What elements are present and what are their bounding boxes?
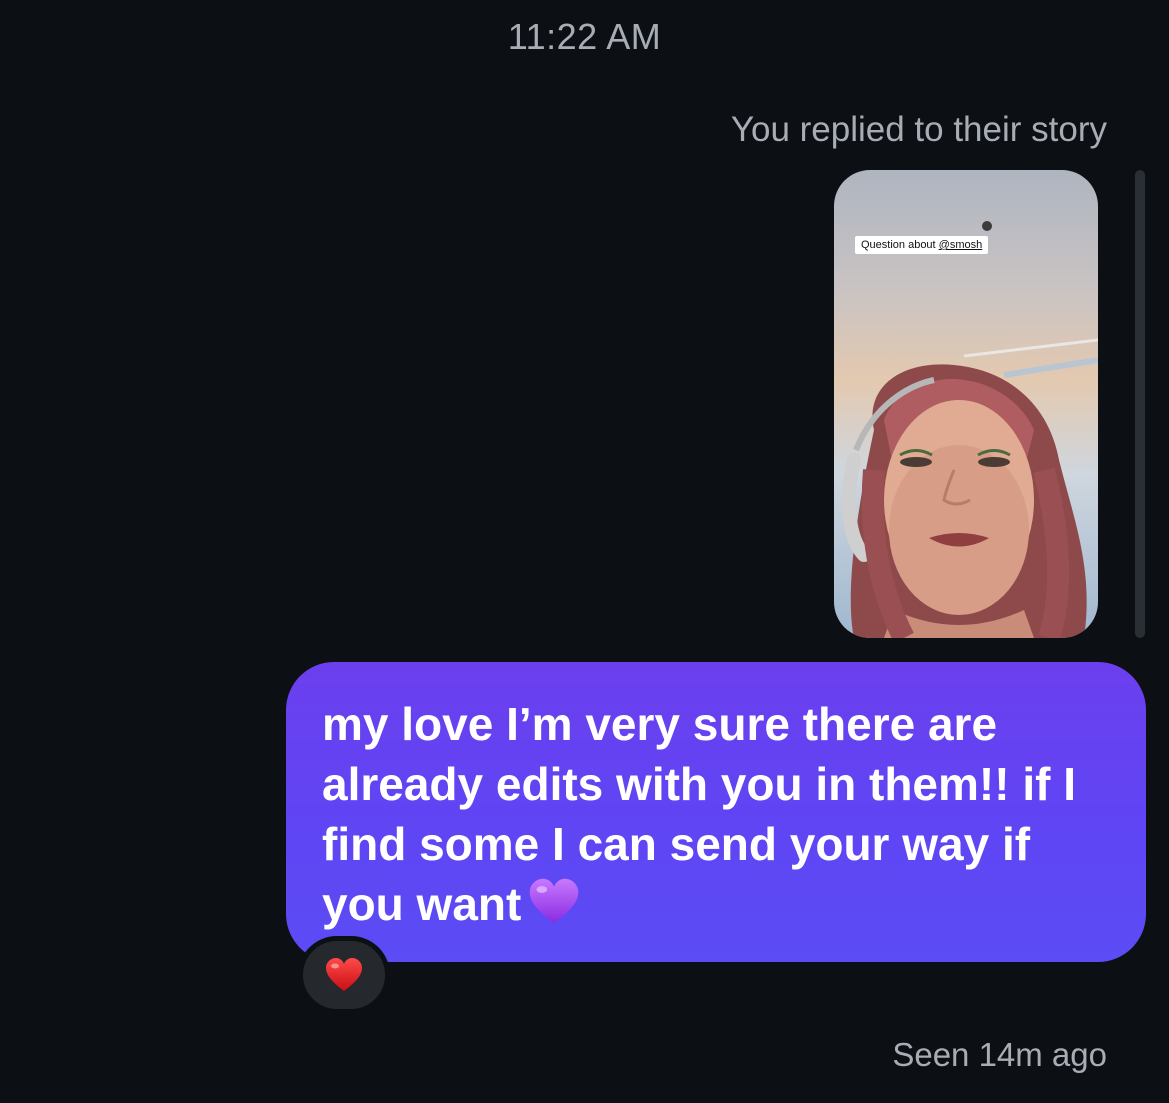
message-text: my love I’m very sure there are already … [322, 698, 1076, 930]
story-thumbnail[interactable]: Question about @smosh [834, 170, 1098, 638]
story-reply-note: You replied to their story [730, 110, 1107, 149]
red-heart-icon [326, 958, 362, 991]
message-text-block: my love I’m very sure there are already … [322, 694, 1110, 934]
purple-heart-icon [530, 878, 579, 924]
seen-status: Seen 14m ago [892, 1036, 1107, 1073]
question-sticker-label: Question about [861, 239, 939, 251]
scrollbar[interactable] [1135, 170, 1145, 638]
mention-link[interactable]: @smosh [939, 239, 983, 251]
message-timestamp: 11:22 AM [507, 16, 662, 57]
message-bubble[interactable]: my love I’m very sure there are already … [286, 662, 1146, 962]
message-reaction[interactable] [298, 936, 390, 1014]
question-sticker[interactable]: Question about @smosh [855, 236, 989, 254]
